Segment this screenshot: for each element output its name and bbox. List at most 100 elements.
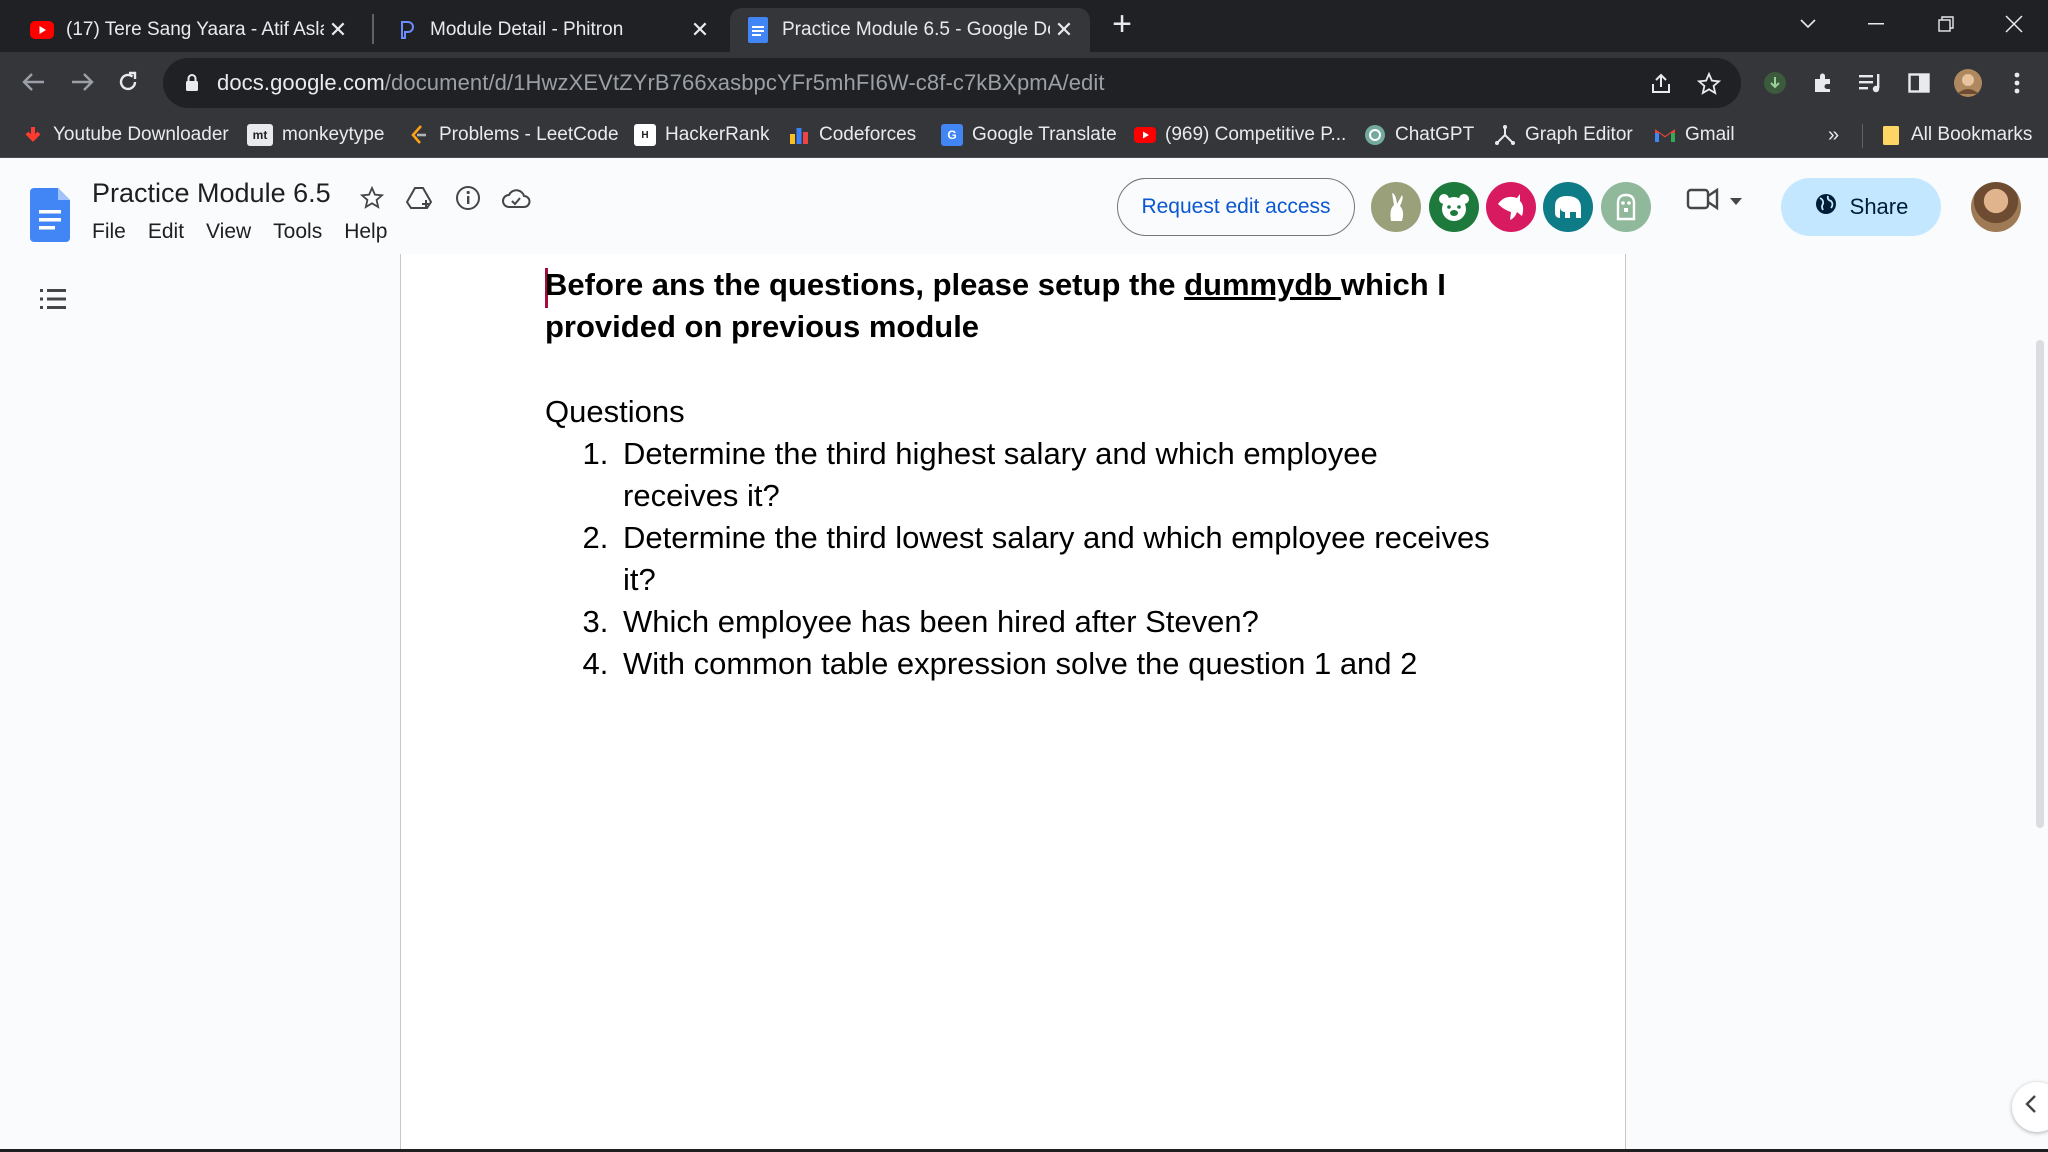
bookmark-chatgpt[interactable]: ChatGPT — [1364, 122, 1474, 148]
bookmark-star-icon[interactable] — [1695, 70, 1723, 98]
questions-list: Determine the third highest salary and w… — [617, 433, 1495, 685]
bear-icon[interactable] — [1429, 182, 1479, 232]
translate-icon: G — [941, 124, 963, 146]
menu-bar: File Edit View Tools Help — [92, 220, 409, 244]
bookmark-monkeytype[interactable]: mt monkeytype — [247, 122, 384, 148]
gmail-icon — [1654, 124, 1676, 146]
address-bar[interactable]: docs.google.com/document/d/1HwzXEVtZYrB7… — [163, 58, 1741, 108]
question-item: Determine the third lowest salary and wh… — [617, 517, 1495, 601]
bookmark-label: (969) Competitive P... — [1165, 124, 1347, 145]
download-icon — [22, 124, 44, 146]
minimize-icon[interactable] — [1846, 4, 1906, 44]
bookmarks-bar: Youtube Downloader mt monkeytype Problem… — [0, 112, 2048, 158]
chevron-down-icon — [1730, 193, 1742, 211]
globe-icon — [1814, 192, 1838, 222]
chatgpt-icon — [1364, 124, 1386, 146]
browser-tab-strip: (17) Tere Sang Yaara - Atif Aslam ✕ Modu… — [0, 0, 2048, 52]
dolphin-icon[interactable] — [1486, 182, 1536, 232]
menu-tools[interactable]: Tools — [273, 220, 322, 244]
question-item: Determine the third highest salary and w… — [617, 433, 1495, 517]
star-icon[interactable] — [356, 182, 388, 214]
graph-icon — [1494, 124, 1516, 146]
close-tab-icon[interactable]: ✕ — [1050, 16, 1078, 44]
url-host: docs.google.com — [217, 70, 385, 95]
side-panel-icon[interactable] — [1904, 68, 1934, 98]
browser-toolbar: docs.google.com/document/d/1HwzXEVtZYrB7… — [0, 52, 2048, 112]
restore-icon[interactable] — [1916, 4, 1976, 44]
document-details-icon[interactable] — [452, 182, 484, 214]
questions-title: Questions — [545, 394, 685, 429]
new-tab-button[interactable]: + — [1107, 7, 1137, 41]
tab-title: Module Detail - Phitron — [430, 19, 624, 40]
rabbit-icon[interactable] — [1371, 182, 1421, 232]
menu-edit[interactable]: Edit — [148, 220, 184, 244]
question-item: With common table expression solve the q… — [617, 643, 1495, 685]
beaver-icon[interactable] — [1601, 182, 1651, 232]
move-to-drive-icon[interactable] — [404, 182, 436, 214]
close-tab-icon[interactable]: ✕ — [324, 16, 352, 44]
tab-practice-module[interactable]: Practice Module 6.5 - Google Docs ✕ — [730, 8, 1090, 52]
codeforces-icon — [788, 124, 810, 146]
docs-header: Practice Module 6.5 File Edit View Tools… — [0, 158, 2048, 254]
bookmark-label: Codeforces — [819, 124, 917, 145]
bookmark-label: Google Translate — [972, 124, 1117, 145]
bookmark-leetcode[interactable]: Problems - LeetCode — [408, 122, 619, 148]
menu-view[interactable]: View — [206, 220, 251, 244]
bookmark-google-translate[interactable]: G Google Translate — [941, 122, 1117, 148]
document-outline-icon[interactable] — [38, 286, 68, 316]
bookmark-label: Gmail — [1685, 124, 1735, 145]
url-text: docs.google.com/document/d/1HwzXEVtZYrB7… — [217, 70, 1105, 96]
elephant-icon[interactable] — [1543, 182, 1593, 232]
leetcode-icon — [408, 124, 430, 146]
browser-menu-icon[interactable] — [2002, 68, 2032, 98]
back-icon[interactable] — [14, 62, 54, 102]
extensions-puzzle-icon[interactable] — [1808, 68, 1838, 98]
bookmark-label: Youtube Downloader — [53, 124, 229, 145]
google-docs-icon — [746, 17, 770, 43]
monkeytype-icon: mt — [247, 124, 273, 146]
bookmark-graph-editor[interactable]: Graph Editor — [1494, 122, 1633, 148]
cloud-saved-icon[interactable] — [500, 182, 532, 214]
bookmark-competitive-programming[interactable]: (969) Competitive P... — [1134, 122, 1346, 148]
dummydb-link[interactable]: dummydb — [1184, 267, 1341, 302]
vertical-scrollbar[interactable] — [2036, 340, 2044, 828]
folder-icon — [1880, 124, 1902, 146]
tab-search-icon[interactable] — [1778, 4, 1838, 44]
bookmark-label: ChatGPT — [1395, 124, 1475, 145]
bookmark-label: Problems - LeetCode — [439, 124, 619, 145]
bookmarks-overflow-button[interactable]: » — [1828, 124, 1839, 147]
bookmark-label: HackerRank — [665, 124, 770, 145]
tab-phitron[interactable]: Module Detail - Phitron ✕ — [364, 8, 726, 52]
all-bookmarks-folder[interactable]: All Bookmarks — [1880, 122, 2032, 148]
menu-file[interactable]: File — [92, 220, 126, 244]
share-label: Share — [1849, 194, 1909, 219]
menu-help[interactable]: Help — [344, 220, 387, 244]
profile-avatar-icon[interactable] — [1950, 68, 1986, 98]
bookmark-gmail[interactable]: Gmail — [1654, 122, 1735, 148]
google-docs-logo-icon[interactable] — [30, 188, 70, 242]
phitron-icon — [394, 18, 418, 42]
youtube-icon — [1134, 124, 1156, 146]
meet-call-button[interactable] — [1686, 186, 1742, 217]
account-avatar[interactable] — [1971, 182, 2021, 232]
bookmark-label: All Bookmarks — [1911, 124, 2033, 145]
bookmark-hackerrank[interactable]: H HackerRank — [634, 122, 770, 148]
reload-icon[interactable] — [108, 62, 148, 102]
extension-download-icon[interactable] — [1760, 68, 1790, 98]
share-page-icon[interactable] — [1647, 70, 1675, 98]
lock-icon[interactable] — [181, 74, 203, 92]
tab-youtube[interactable]: (17) Tere Sang Yaara - Atif Aslam ✕ — [0, 8, 364, 52]
media-control-icon[interactable] — [1856, 68, 1886, 98]
close-tab-icon[interactable]: ✕ — [686, 16, 714, 44]
tab-title: (17) Tere Sang Yaara - Atif Aslam — [66, 19, 324, 40]
document-heading: Before ans the questions, please setup t… — [545, 264, 1495, 348]
bookmark-codeforces[interactable]: Codeforces — [788, 122, 916, 148]
forward-icon[interactable] — [62, 62, 102, 102]
document-title[interactable]: Practice Module 6.5 — [92, 178, 331, 209]
bookmark-youtube-downloader[interactable]: Youtube Downloader — [22, 122, 229, 148]
share-button[interactable]: Share — [1781, 178, 1941, 236]
document-body[interactable]: Before ans the questions, please setup t… — [545, 264, 1495, 685]
close-window-icon[interactable] — [1984, 4, 2044, 44]
question-item: Which employee has been hired after Stev… — [617, 601, 1495, 643]
request-edit-access-button[interactable]: Request edit access — [1117, 178, 1355, 236]
